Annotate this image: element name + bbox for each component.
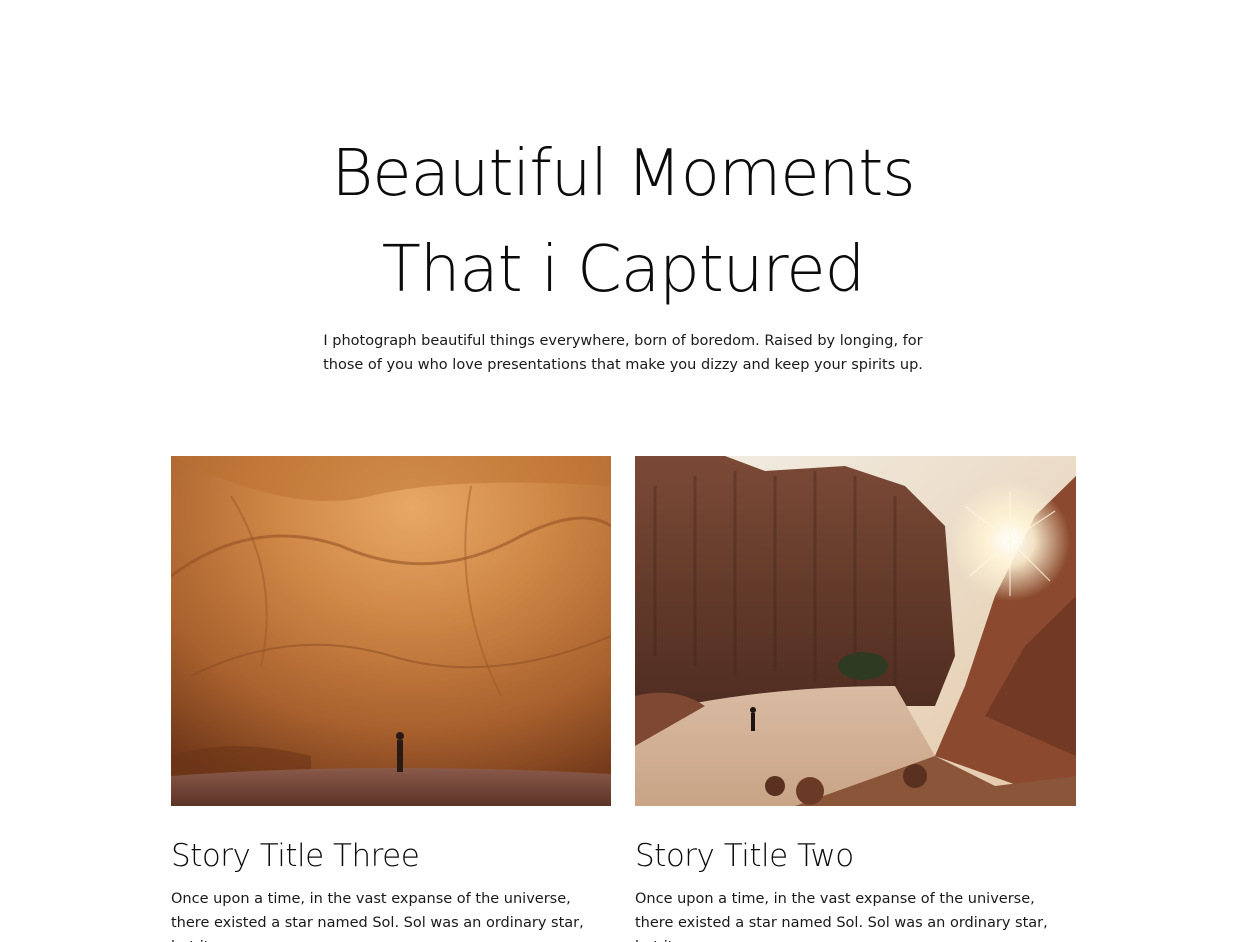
canyon-photo xyxy=(635,456,1076,806)
story-image-canyon[interactable] xyxy=(635,456,1076,806)
story-title[interactable]: Story Title Two xyxy=(635,836,1076,876)
story-excerpt: Once upon a time, in the vast expanse of… xyxy=(171,891,584,942)
story-card: Story Title Two Once upon a time, in the… xyxy=(635,456,1076,942)
story-card: Story Title Three Once upon a time, in t… xyxy=(171,456,611,942)
page-subtitle: I photograph beautiful things everywhere… xyxy=(323,333,923,373)
story-excerpt: Once upon a time, in the vast expanse of… xyxy=(635,891,1048,942)
story-title[interactable]: Story Title Three xyxy=(171,836,611,876)
page-title: Beautiful Moments That i Captured xyxy=(331,137,915,307)
desert-cave-photo xyxy=(171,456,611,806)
story-image-desert-cave[interactable] xyxy=(171,456,611,806)
